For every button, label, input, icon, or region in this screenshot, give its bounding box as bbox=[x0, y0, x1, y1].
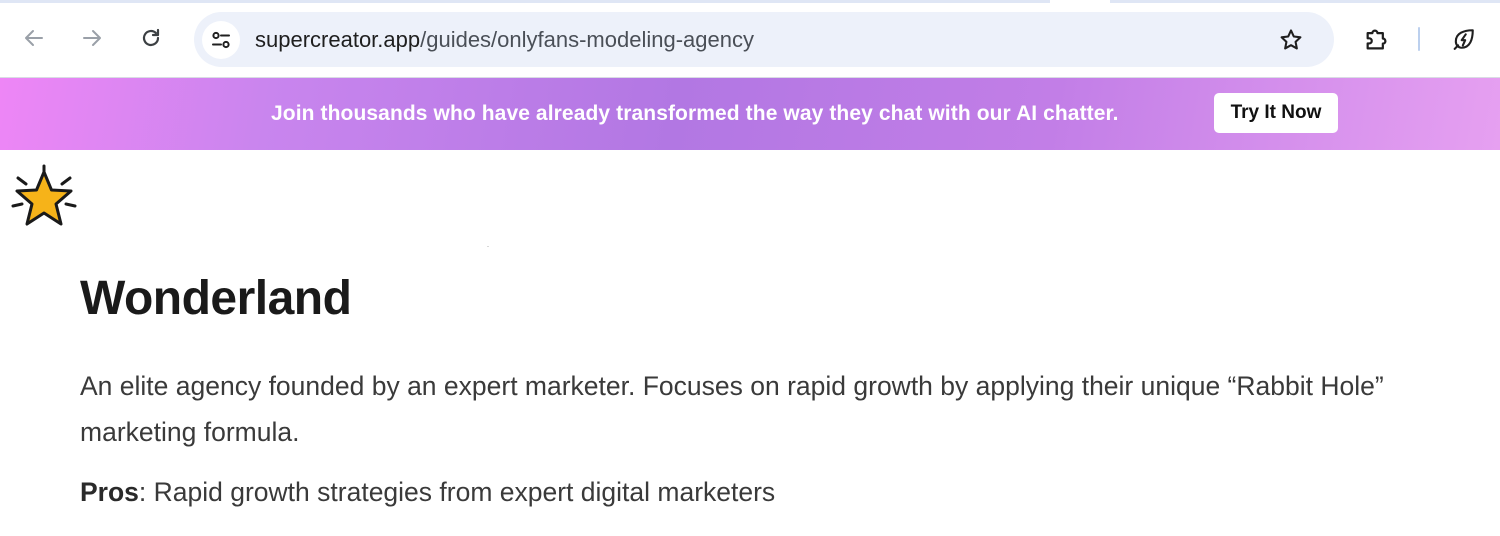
pros-text: : Rapid growth strategies from expert di… bbox=[138, 477, 776, 507]
agency-title: Wonderland bbox=[80, 272, 352, 325]
pros-label: Pros bbox=[80, 477, 139, 507]
performance-button[interactable] bbox=[1445, 20, 1483, 58]
url-text[interactable]: supercreator.app/guides/onlyfans-modelin… bbox=[255, 26, 754, 54]
try-it-now-button[interactable]: Try It Now bbox=[1214, 93, 1338, 133]
reload-icon bbox=[142, 28, 160, 47]
back-arrow-icon bbox=[25, 30, 43, 46]
bookmark-button[interactable] bbox=[1274, 23, 1308, 57]
url-host: supercreator.app bbox=[255, 27, 421, 52]
reload-button[interactable] bbox=[133, 20, 169, 56]
logo[interactable] bbox=[8, 164, 80, 234]
leaf-bolt-icon bbox=[1453, 29, 1474, 50]
divider-mark bbox=[487, 246, 489, 247]
puzzle-icon bbox=[1366, 29, 1387, 50]
promo-text: Join thousands who have already transfor… bbox=[271, 102, 1119, 125]
toolbar-divider bbox=[1418, 27, 1420, 51]
star-icon bbox=[1280, 29, 1302, 50]
url-path: /guides/onlyfans-modeling-agency bbox=[420, 27, 754, 52]
extensions-button[interactable] bbox=[1358, 20, 1396, 58]
address-bar[interactable]: supercreator.app/guides/onlyfans-modelin… bbox=[194, 12, 1334, 67]
tab-strip-edge bbox=[0, 0, 1500, 3]
promo-banner: Join thousands who have already transfor… bbox=[0, 78, 1500, 150]
forward-button[interactable] bbox=[74, 20, 110, 56]
sparkle-star-icon bbox=[11, 164, 77, 226]
site-info-button[interactable] bbox=[202, 21, 240, 59]
pros-line: Pros: Rapid growth strategies from exper… bbox=[80, 470, 1480, 514]
agency-description: An elite agency founded by an expert mar… bbox=[80, 371, 1384, 447]
back-button[interactable] bbox=[16, 20, 52, 56]
site-settings-icon bbox=[212, 31, 230, 49]
forward-arrow-icon bbox=[83, 30, 101, 46]
browser-toolbar: supercreator.app/guides/onlyfans-modelin… bbox=[0, 0, 1500, 78]
